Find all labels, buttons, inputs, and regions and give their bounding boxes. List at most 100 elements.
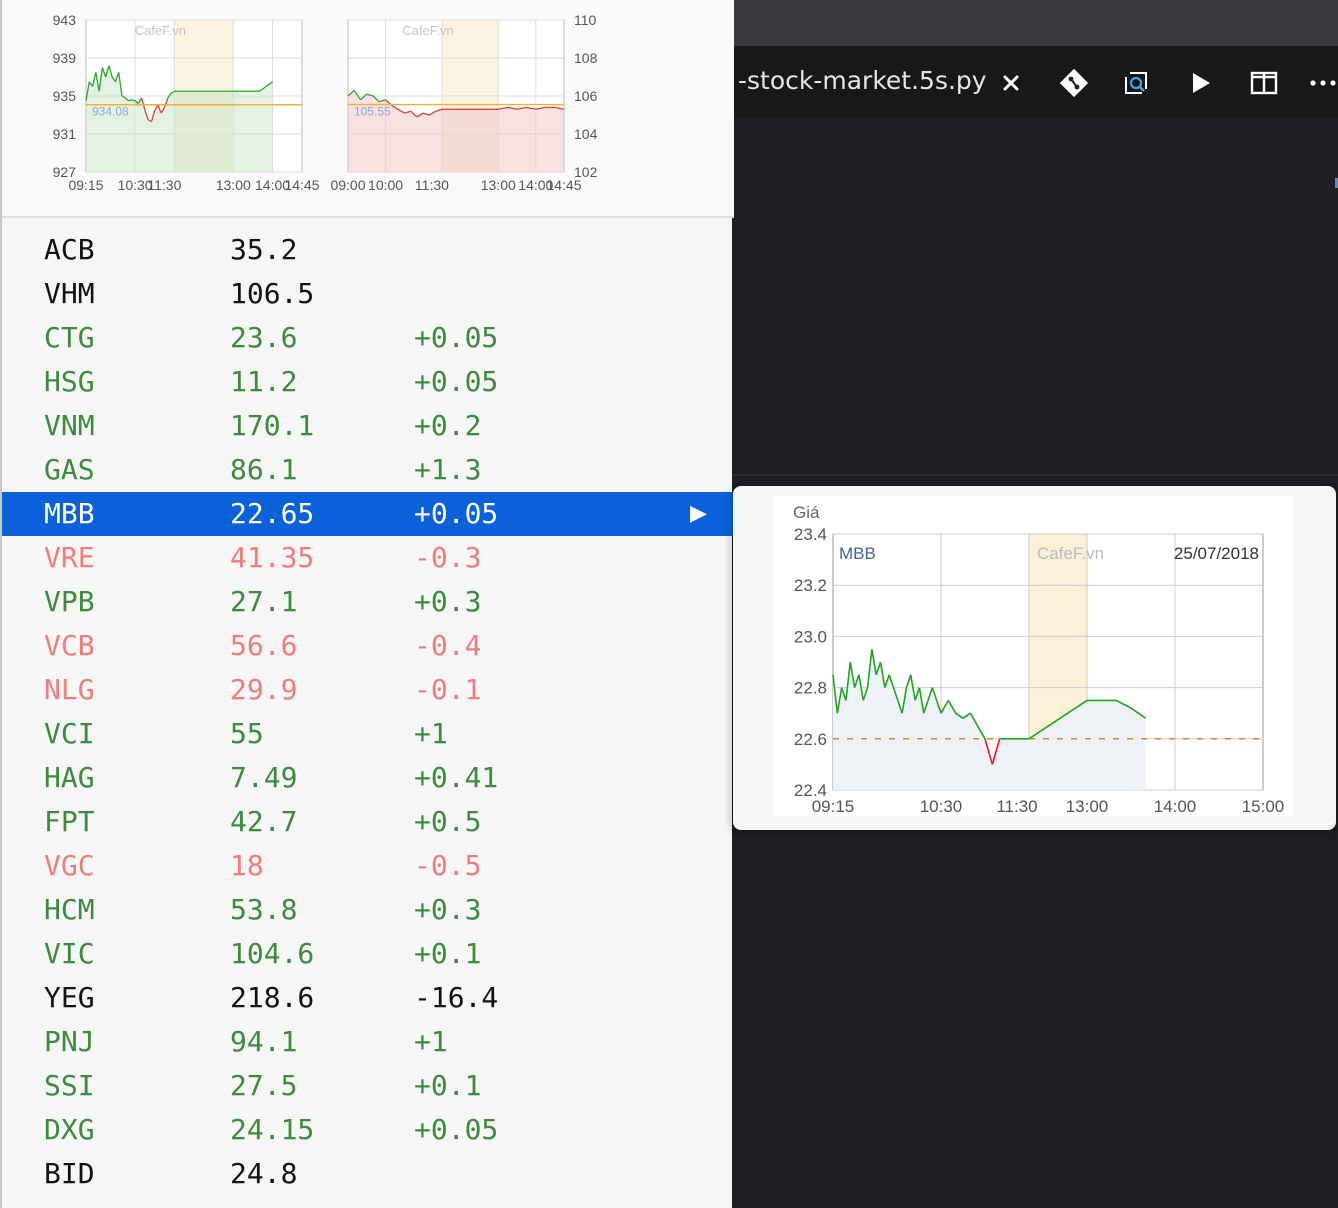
- y-tick-label: 22.8: [794, 679, 827, 698]
- reference-label: 105.55: [354, 105, 391, 119]
- x-tick-label: 13:00: [481, 177, 516, 193]
- stock-price: 55: [230, 717, 264, 750]
- stock-row[interactable]: VPB 27.1 +0.3: [2, 580, 734, 624]
- stock-row[interactable]: VNM 170.1 +0.2: [2, 404, 734, 448]
- reference-label: 934.08: [92, 105, 129, 119]
- watermark: CafeF.vn: [135, 23, 186, 38]
- stock-change: +0.05: [414, 497, 499, 530]
- chart-title: MBB: [839, 544, 876, 563]
- stock-row[interactable]: CTG 23.6 +0.05: [2, 316, 734, 360]
- stock-row[interactable]: DXG 24.15 +0.05: [2, 1108, 734, 1152]
- stock-symbol: YEG: [44, 981, 95, 1014]
- stock-row[interactable]: YEG 218.6 -16.4: [2, 976, 734, 1020]
- chart-date: 25/07/2018: [1174, 544, 1259, 563]
- y-tick-label: 22.6: [794, 730, 827, 749]
- stock-row[interactable]: VCB 56.6 -0.4: [2, 624, 734, 668]
- x-tick-label: 14:00: [1154, 797, 1197, 816]
- stock-row[interactable]: VCI 55 +1: [2, 712, 734, 756]
- stock-symbol: HCM: [44, 893, 95, 926]
- stock-symbol: CTG: [44, 321, 95, 354]
- stock-symbol: ACB: [44, 233, 95, 266]
- stock-row[interactable]: VIC 104.6 +0.1: [2, 932, 734, 976]
- stock-symbol: MBB: [44, 497, 95, 530]
- stock-change: +0.5: [414, 805, 482, 838]
- stock-symbol: PNJ: [44, 1025, 95, 1058]
- stock-row[interactable]: HCM 53.8 +0.3: [2, 888, 734, 932]
- stock-symbol: SSI: [44, 1069, 95, 1102]
- stock-row[interactable]: HSG 11.2 +0.05: [2, 360, 734, 404]
- editor-title-strip: [732, 0, 1338, 46]
- stock-price: 218.6: [230, 981, 315, 1014]
- y-tick-label: 23.0: [794, 627, 827, 646]
- stock-row[interactable]: ACB 35.2: [2, 228, 734, 272]
- stock-row[interactable]: VRE 41.35 -0.3: [2, 536, 734, 580]
- stock-symbol: VPB: [44, 585, 95, 618]
- editor-tab-bar: -stock-market.5s.py: [732, 46, 1338, 118]
- price-line-segment: [131, 99, 136, 102]
- x-tick-label: 09:15: [68, 177, 103, 193]
- stock-symbol: DXG: [44, 1113, 95, 1146]
- stock-symbol: GAS: [44, 453, 95, 486]
- editor-tab-title[interactable]: -stock-market.5s.py: [738, 66, 987, 95]
- stock-change: -16.4: [414, 981, 499, 1014]
- stock-symbol: HAG: [44, 761, 95, 794]
- editor-divider: [732, 474, 1338, 476]
- x-tick-label: 11:30: [415, 177, 449, 193]
- open-preview-icon[interactable]: [1117, 64, 1155, 102]
- split-editor-icon[interactable]: [1245, 64, 1283, 102]
- stock-symbol: FPT: [44, 805, 95, 838]
- stock-price: 86.1: [230, 453, 298, 486]
- close-icon[interactable]: [992, 64, 1030, 102]
- stock-change: +0.05: [414, 365, 499, 398]
- stock-change: -0.1: [414, 673, 482, 706]
- run-icon[interactable]: [1181, 64, 1219, 102]
- stock-price: 42.7: [230, 805, 298, 838]
- y-tick-label: 23.4: [794, 525, 827, 544]
- watermark: CafeF.vn: [1037, 544, 1104, 563]
- stock-row[interactable]: PNJ 94.1 +1: [2, 1020, 734, 1064]
- stock-change: -0.5: [414, 849, 482, 882]
- stock-change: +0.1: [414, 937, 482, 970]
- stock-price: 18: [230, 849, 264, 882]
- stock-row[interactable]: GAS 86.1 +1.3: [2, 448, 734, 492]
- x-tick-label: 11:30: [996, 797, 1037, 816]
- more-actions-icon[interactable]: [1304, 64, 1338, 102]
- y-tick-label: 110: [574, 12, 597, 28]
- index-charts: CafeF.vn934.0894393993593192709:15 10:301…: [53, 12, 598, 193]
- y-tick-label: 108: [574, 50, 598, 66]
- stock-price: 7.49: [230, 761, 298, 794]
- x-tick-label: 11:30: [147, 177, 181, 193]
- x-tick-label: 10:00: [368, 177, 403, 193]
- stock-symbol: HSG: [44, 365, 95, 398]
- stock-row[interactable]: VHM 106.5: [2, 272, 734, 316]
- stock-price: 27.1: [230, 585, 298, 618]
- stock-row[interactable]: MBB 22.65 +0.05 ▶: [2, 492, 734, 536]
- stock-symbol: VRE: [44, 541, 95, 574]
- stock-symbol: VIC: [44, 937, 95, 970]
- stock-price: 11.2: [230, 365, 298, 398]
- stock-change: +1.3: [414, 453, 482, 486]
- x-tick-label: 14:45: [546, 177, 581, 193]
- stock-row[interactable]: VGC 18 -0.5: [2, 844, 734, 888]
- stock-row[interactable]: SSI 27.5 +0.1: [2, 1064, 734, 1108]
- x-tick-label: 10:30: [920, 797, 963, 816]
- stock-row[interactable]: NLG 29.9 -0.1: [2, 668, 734, 712]
- stock-row[interactable]: BID 24.8: [2, 1152, 734, 1196]
- y-tick-label: 931: [53, 126, 77, 142]
- stock-change: +0.41: [414, 761, 499, 794]
- stock-symbol: NLG: [44, 673, 95, 706]
- menu-separator: [2, 216, 734, 218]
- stock-row[interactable]: FPT 42.7 +0.5: [2, 800, 734, 844]
- y-tick-label: 23.2: [794, 576, 827, 595]
- y-tick-label: 935: [53, 88, 77, 104]
- git-compare-icon[interactable]: [1055, 64, 1093, 102]
- y-axis-title: Giá: [793, 503, 820, 522]
- stock-change: +0.2: [414, 409, 482, 442]
- stock-menu: CafeF.vn 934.08 943 939 935 931 927 09:15 10:30 1…: [0, 0, 734, 1208]
- x-tick-label: 09:00: [330, 177, 365, 193]
- stock-change: -0.4: [414, 629, 482, 662]
- stock-price: 41.35: [230, 541, 315, 574]
- stock-change: +0.1: [414, 1069, 482, 1102]
- stock-row[interactable]: HAG 7.49 +0.41: [2, 756, 734, 800]
- stock-symbol: VCI: [44, 717, 95, 750]
